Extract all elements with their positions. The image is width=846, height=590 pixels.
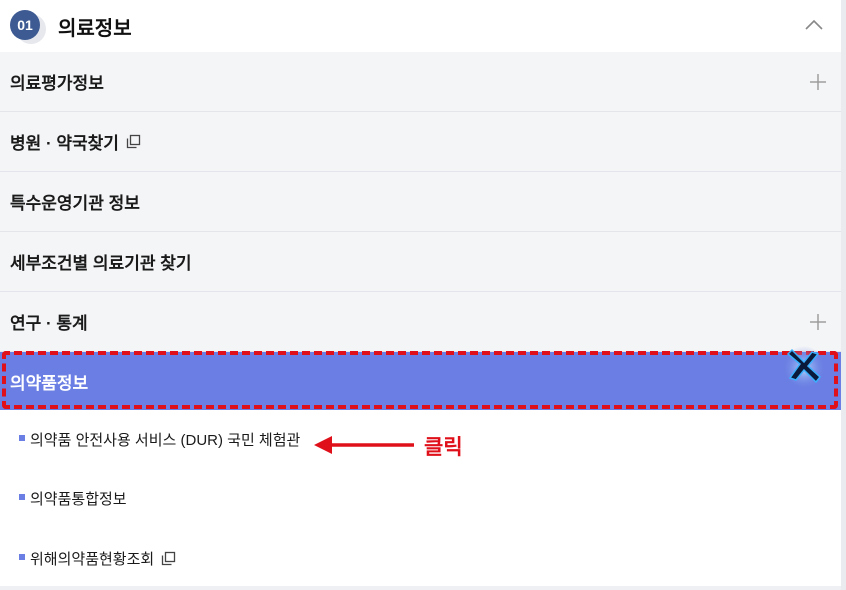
section-number-badge: 01 (10, 10, 40, 40)
menu-item-label: 세부조건별 의료기관 찾기 (10, 254, 192, 273)
menu-panel: 01 의료정보 의료평가정보 병원 · 약국찾기 특수운영기관 정보 세부조건별… (0, 0, 846, 590)
menu-item-detailed-search[interactable]: 세부조건별 의료기관 찾기 (0, 232, 841, 292)
bullet-icon (19, 494, 25, 500)
menu-item-drug-info[interactable]: 의약품정보 (0, 352, 841, 410)
click-annotation: 클릭 (424, 436, 463, 459)
menu-item-special-institutions[interactable]: 특수운영기관 정보 (0, 172, 841, 232)
plus-icon[interactable] (809, 313, 827, 331)
external-link-icon (126, 134, 141, 149)
menu-item-hospital-pharmacy[interactable]: 병원 · 약국찾기 (0, 112, 841, 172)
menu-item-label: 연구 · 통계 (10, 314, 88, 333)
menu-list: 의료평가정보 병원 · 약국찾기 특수운영기관 정보 세부조건별 의료기관 찾기… (0, 52, 841, 410)
submenu-item-drug-integrated[interactable]: 의약품통합정보 (0, 469, 841, 527)
menu-item-label: 특수운영기관 정보 (10, 194, 140, 213)
cursor-icon (782, 346, 826, 390)
menu-item-label: 병원 · 약국찾기 (10, 134, 119, 153)
menu-item-label: 의료평가정보 (10, 74, 104, 93)
submenu-item-dur[interactable]: 의약품 안전사용 서비스 (DUR) 국민 체험관 (0, 410, 841, 468)
menu-item-label: 의약품정보 (10, 373, 89, 393)
plus-icon[interactable] (809, 73, 827, 91)
external-link-icon (162, 551, 176, 565)
menu-item-medical-evaluation[interactable]: 의료평가정보 (0, 52, 841, 112)
bullet-icon (19, 435, 25, 441)
arrow-left-icon (314, 436, 414, 454)
section-header[interactable]: 01 의료정보 (0, 0, 841, 52)
menu-item-research-stats[interactable]: 연구 · 통계 (0, 292, 841, 352)
submenu-item-label: 의약품통합정보 (30, 490, 127, 508)
section-title: 의료정보 (58, 18, 132, 40)
chevron-up-icon[interactable] (803, 14, 825, 36)
submenu-item-label: 위해의약품현황조회 (30, 550, 155, 568)
bullet-icon (19, 554, 25, 560)
submenu-item-label: 의약품 안전사용 서비스 (DUR) 국민 체험관 (30, 431, 301, 449)
panel-border (841, 0, 846, 590)
submenu-item-hazardous-drugs[interactable]: 위해의약품현황조회 (0, 529, 841, 587)
divider (0, 586, 841, 590)
